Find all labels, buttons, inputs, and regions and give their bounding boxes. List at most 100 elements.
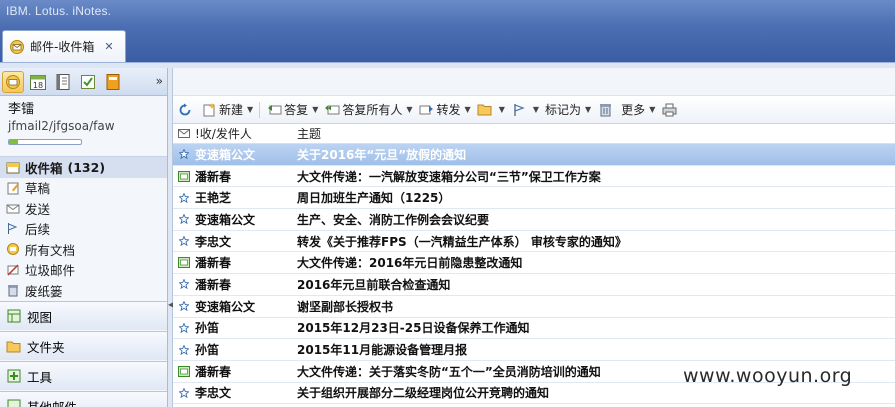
message-subject: 周日加班生产通知（1225）: [297, 191, 451, 206]
folder-label: 所有文档: [25, 242, 76, 258]
table-row[interactable]: 孙笛 2015年12月23日-25日设备保养工作通知: [173, 318, 895, 340]
close-icon[interactable]: ✕: [104, 40, 113, 53]
chevron-down-icon[interactable]: ▼: [533, 105, 539, 114]
table-row[interactable]: 变速箱公文 谢坚副部长授权书: [173, 296, 895, 318]
calendar-icon[interactable]: 18: [27, 71, 49, 93]
envelope-column-icon[interactable]: [173, 129, 195, 138]
chevron-down-icon[interactable]: ▼: [585, 105, 591, 114]
mail-toolbar: 新建 ▼ 答复 ▼ 答复所有人 ▼ 转发 ▼ ▼ ▼ 标记为 ▼ 更多 ▼: [173, 96, 895, 124]
forward-icon: [419, 102, 435, 118]
message-from: 李忠文: [195, 234, 232, 249]
chevron-down-icon[interactable]: ▼: [465, 105, 471, 114]
mail-view: 新建 ▼ 答复 ▼ 答复所有人 ▼ 转发 ▼ ▼ ▼ 标记为 ▼ 更多 ▼ !收/发件人 主…: [173, 68, 895, 407]
message-from: 变速箱公文: [195, 212, 256, 227]
chevron-down-icon[interactable]: ▼: [312, 105, 318, 114]
table-row[interactable]: 潘新春 大文件传递：一汽解放变速箱分公司“三节”保卫工作方案: [173, 166, 895, 188]
reply-all-button[interactable]: 答复所有人 ▼: [324, 101, 413, 118]
star-icon[interactable]: [173, 279, 195, 290]
folder-item[interactable]: 垃圾邮件: [0, 260, 167, 281]
watermark: www.wooyun.org: [683, 365, 853, 387]
table-row[interactable]: 孙笛 2015年11月能源设备管理月报: [173, 339, 895, 361]
message-from: 潘新春: [195, 256, 232, 271]
star-icon[interactable]: [173, 214, 195, 225]
star-icon[interactable]: [173, 344, 195, 355]
reply-button[interactable]: 答复 ▼: [266, 101, 318, 118]
new-button[interactable]: 新建 ▼: [201, 101, 253, 118]
flag-icon: [511, 102, 527, 118]
message-subject: 2015年12月23日-25日设备保养工作通知: [297, 321, 530, 336]
mail-icon[interactable]: [2, 70, 24, 93]
star-icon[interactable]: [173, 301, 195, 312]
accordion-other-mail[interactable]: 其他邮件: [0, 391, 167, 407]
message-from: 李忠文: [195, 386, 232, 401]
user-id: jfmail2/jfgsoa/faw: [8, 119, 115, 133]
chevron-down-icon[interactable]: ▼: [247, 105, 253, 114]
attachment-mail-icon[interactable]: [173, 257, 195, 269]
folder-label: 发送: [25, 201, 51, 217]
chevron-down-icon[interactable]: ▼: [499, 105, 505, 114]
star-icon[interactable]: [173, 322, 195, 333]
message-from: 变速箱公文: [195, 147, 256, 162]
column-from[interactable]: !收/发件人: [195, 125, 297, 142]
app-switcher: 18 »: [0, 68, 167, 96]
tab-mail-inbox[interactable]: 邮件-收件箱 ✕: [2, 30, 126, 62]
table-row[interactable]: 潘新春 2016年元旦前联合检查通知: [173, 274, 895, 296]
folder-item[interactable]: 发送: [0, 198, 167, 219]
message-subject: 大文件传递：2016年元日前隐患整改通知: [297, 256, 523, 271]
message-subject: 转发《关于推荐FPS（一汽精益生产体系） 审核专家的通知》: [297, 234, 627, 249]
todo-icon[interactable]: [77, 71, 99, 93]
drafts-icon: [5, 180, 20, 195]
follow-up-icon: [5, 221, 20, 236]
move-to-folder-button[interactable]: ▼: [477, 102, 505, 118]
notebook-icon[interactable]: [102, 71, 124, 93]
table-row[interactable]: 王艳芝 周日加班生产通知（1225）: [173, 187, 895, 210]
attachment-mail-icon[interactable]: [173, 365, 195, 377]
junk-icon: [5, 262, 20, 277]
mark-as-button[interactable]: 标记为 ▼: [545, 101, 591, 118]
trash-icon: [5, 283, 20, 298]
folder-item[interactable]: 废纸篓: [0, 280, 167, 301]
more-button[interactable]: 更多 ▼: [621, 101, 655, 118]
new-icon: [201, 102, 217, 118]
message-subject: 谢坚副部长授权书: [297, 299, 394, 314]
new-label: 新建: [219, 103, 244, 117]
star-icon[interactable]: [173, 387, 195, 398]
sent-icon: [5, 201, 20, 216]
folder-item[interactable]: 后续: [0, 219, 167, 240]
toolbar-separator: [259, 101, 261, 118]
accordion-folders[interactable]: 文件夹: [0, 331, 167, 360]
table-row[interactable]: 潘新春 大文件传递：2016年元日前隐患整改通知: [173, 252, 895, 275]
star-icon[interactable]: [173, 149, 195, 160]
refresh-button[interactable]: [177, 102, 195, 118]
folder-item[interactable]: 所有文档: [0, 239, 167, 260]
attachment-mail-icon[interactable]: [173, 170, 195, 182]
contacts-icon[interactable]: [52, 71, 74, 93]
star-icon[interactable]: [173, 236, 195, 247]
message-subject: 关于2016年“元旦”放假的通知: [297, 147, 467, 162]
forward-button[interactable]: 转发 ▼: [419, 101, 471, 118]
more-label: 更多: [621, 103, 646, 117]
table-row[interactable]: 变速箱公文 关于2016年“元旦”放假的通知: [173, 144, 895, 166]
table-row[interactable]: 李忠文 转发《关于推荐FPS（一汽精益生产体系） 审核专家的通知》: [173, 231, 895, 253]
reply-all-icon: [324, 102, 340, 118]
refresh-icon: [177, 102, 193, 118]
star-icon[interactable]: [173, 192, 195, 203]
accordion-tools[interactable]: 工具: [0, 361, 167, 390]
message-subject: 2015年11月能源设备管理月报: [297, 343, 468, 358]
folder-label: 垃圾邮件: [25, 263, 76, 279]
print-button[interactable]: [661, 102, 679, 118]
follow-up-button[interactable]: ▼: [511, 102, 539, 118]
folder-item[interactable]: 收件箱 (132): [0, 157, 167, 178]
delete-button[interactable]: [597, 102, 615, 118]
folder-item[interactable]: 草稿: [0, 178, 167, 199]
chevron-down-icon[interactable]: ▼: [406, 105, 412, 114]
mark-as-label: 标记为: [545, 103, 582, 117]
column-subject[interactable]: 主题: [297, 125, 895, 142]
accordion-views[interactable]: 视图: [0, 301, 167, 330]
accordion-label: 工具: [27, 369, 53, 385]
table-row[interactable]: 变速箱公文 生产、安全、消防工作例会会议纪要: [173, 209, 895, 231]
message-from: 孙笛: [195, 321, 220, 336]
message-from: 潘新春: [195, 277, 232, 292]
more-apps-icon[interactable]: »: [156, 74, 163, 88]
chevron-down-icon[interactable]: ▼: [649, 105, 655, 114]
